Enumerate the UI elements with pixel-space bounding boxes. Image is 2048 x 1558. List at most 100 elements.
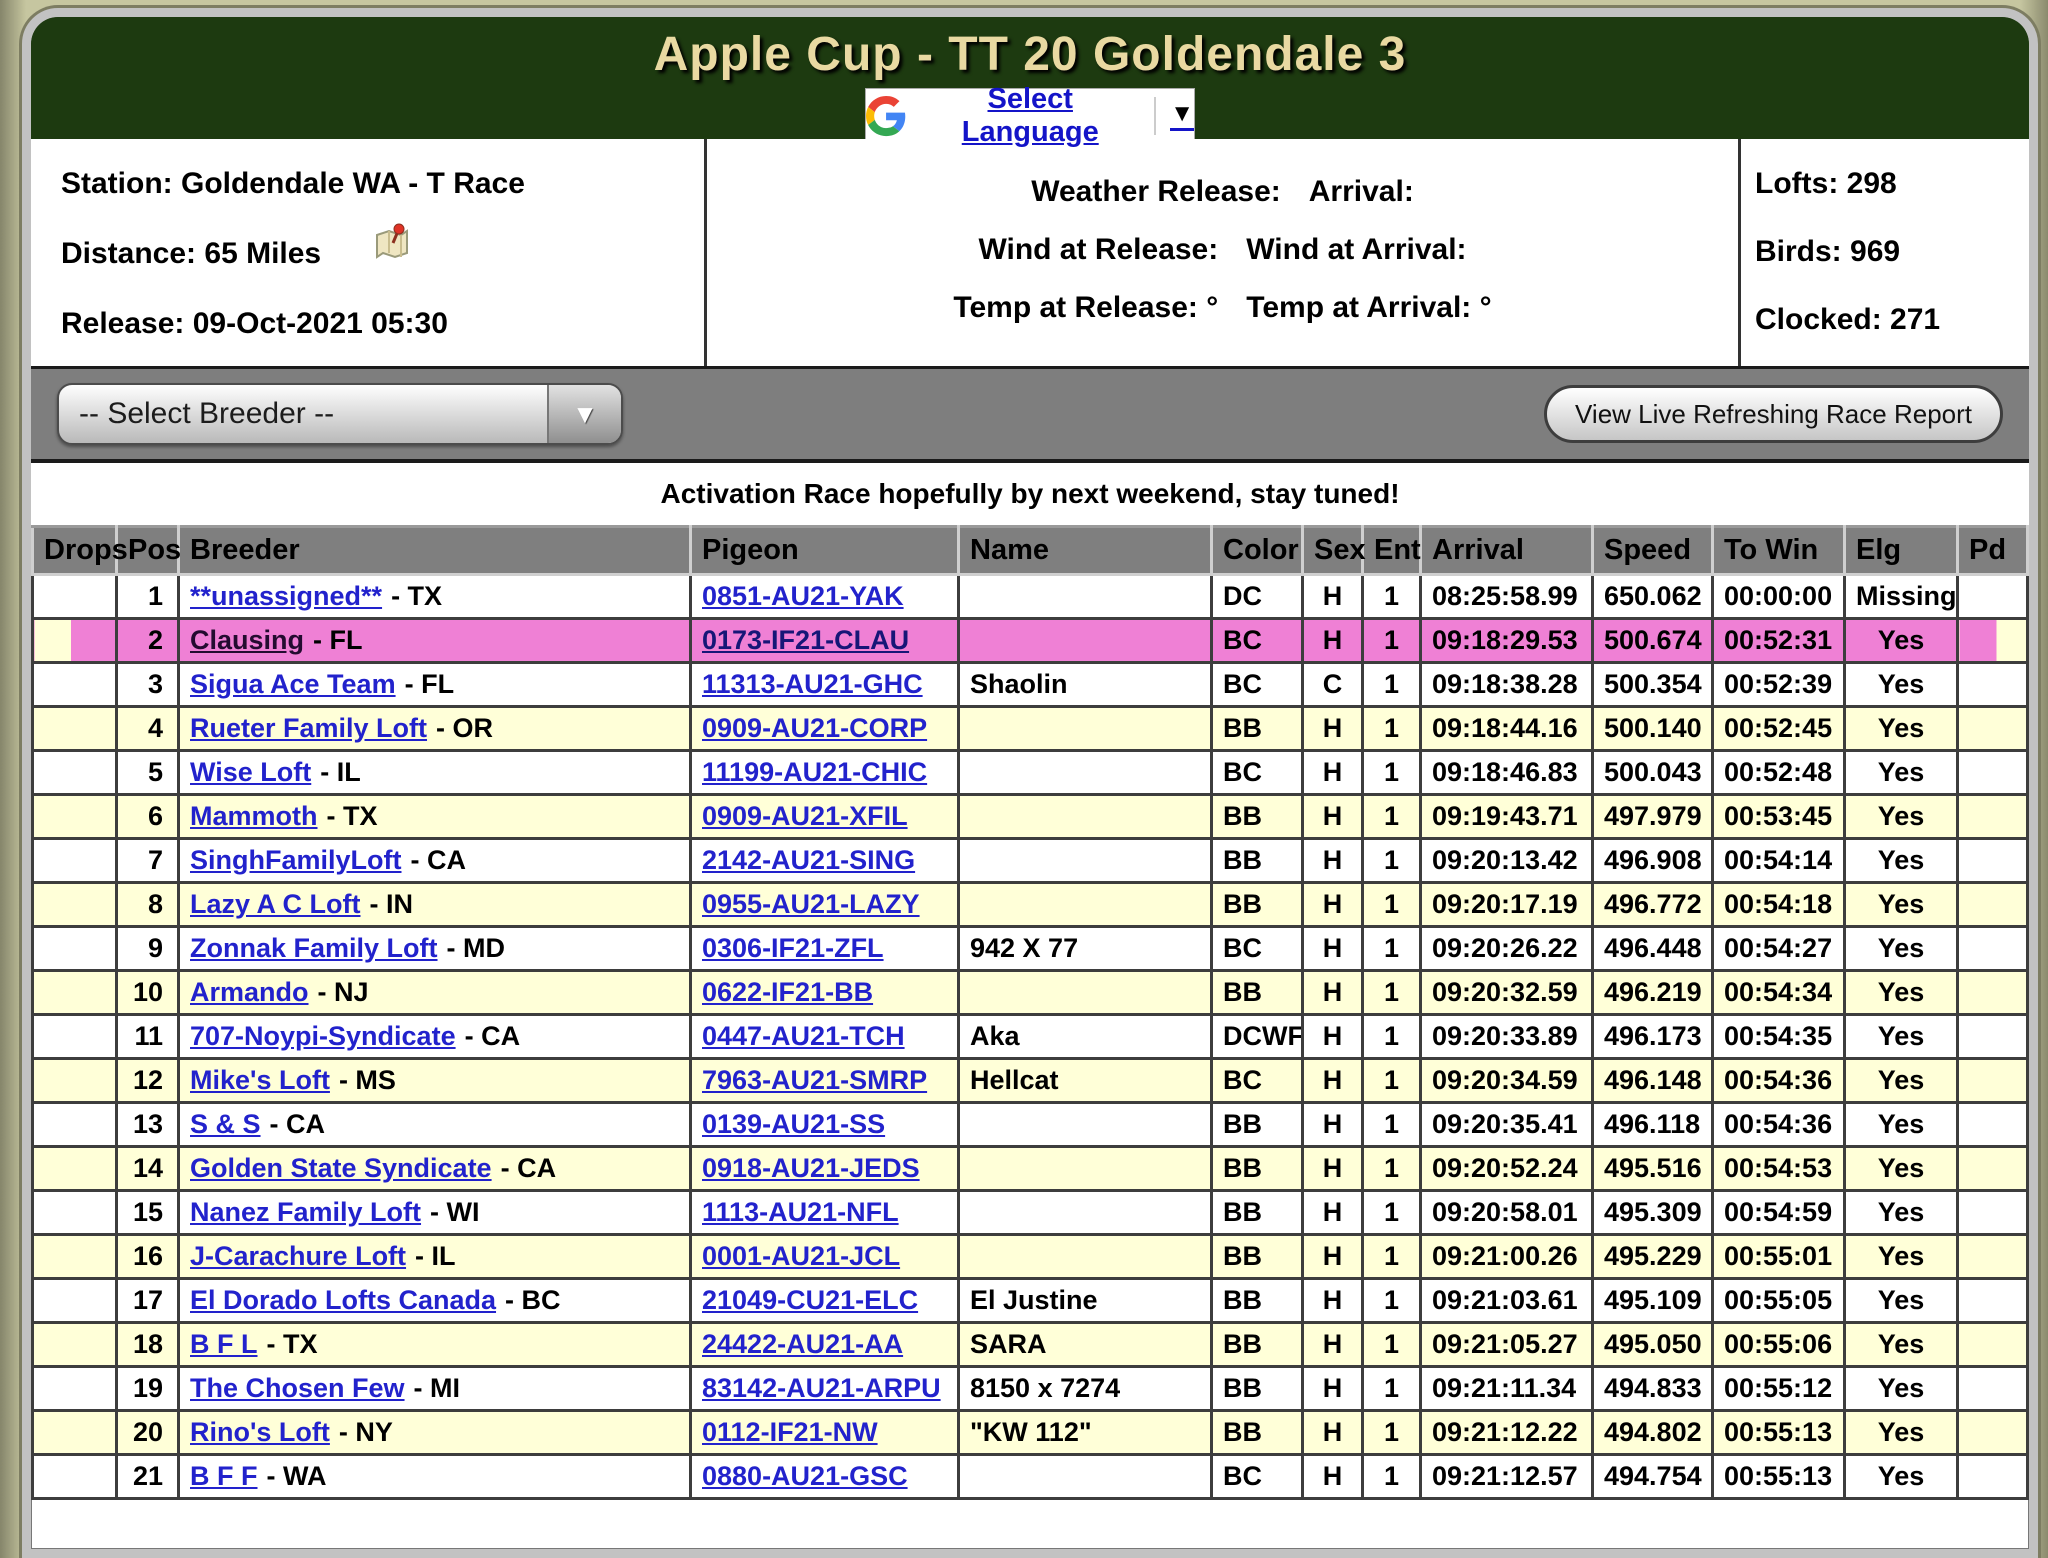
- breeder-link[interactable]: S & S: [190, 1109, 261, 1139]
- pigeon-cell: 24422-AU21-AA: [691, 1323, 959, 1367]
- breeder-link[interactable]: Zonnak Family Loft: [190, 933, 438, 963]
- elg-cell: Yes: [1845, 795, 1958, 839]
- select-dropdown-arrow-icon[interactable]: ▼: [547, 385, 621, 443]
- pos-cell: 14: [117, 1147, 179, 1191]
- pigeon-link[interactable]: 0139-AU21-SS: [702, 1109, 885, 1139]
- to-win-cell: 00:55:06: [1713, 1323, 1845, 1367]
- release-line: Release: 09-Oct-2021 05:30: [61, 307, 704, 341]
- breeder-link[interactable]: B F L: [190, 1329, 258, 1359]
- to-win-cell: 00:52:45: [1713, 707, 1845, 751]
- announcement-text: Activation Race hopefully by next weeken…: [660, 478, 1399, 510]
- ent-cell: 1: [1363, 1279, 1421, 1323]
- table-row: 1 **unassigned**- TX 0851-AU21-YAK DC H …: [33, 575, 2028, 619]
- drops-cell: [33, 1147, 117, 1191]
- breeder-link[interactable]: Armando: [190, 977, 309, 1007]
- pigeon-link[interactable]: 21049-CU21-ELC: [702, 1285, 918, 1315]
- to-win-cell: 00:54:18: [1713, 883, 1845, 927]
- breeder-link[interactable]: Clausing: [190, 625, 304, 655]
- ent-cell: 1: [1363, 663, 1421, 707]
- breeder-link[interactable]: The Chosen Few: [190, 1373, 405, 1403]
- breeder-link[interactable]: Lazy A C Loft: [190, 889, 361, 919]
- to-win-cell: 00:55:13: [1713, 1411, 1845, 1455]
- breeder-state: - TX: [327, 801, 378, 831]
- pigeon-link[interactable]: 0306-IF21-ZFL: [702, 933, 884, 963]
- breeder-cell: The Chosen Few- MI: [179, 1367, 691, 1411]
- pigeon-link[interactable]: 1113-AU21-NFL: [702, 1197, 899, 1227]
- live-report-button[interactable]: View Live Refreshing Race Report: [1544, 385, 2003, 443]
- breeder-cell: J-Carachure Loft- IL: [179, 1235, 691, 1279]
- pigeon-link[interactable]: 2142-AU21-SING: [702, 845, 915, 875]
- breeder-state: - WI: [430, 1197, 479, 1227]
- breeder-link[interactable]: Golden State Syndicate: [190, 1153, 492, 1183]
- sex-cell: H: [1303, 1059, 1363, 1103]
- drops-cell: [33, 663, 117, 707]
- breeder-link[interactable]: Nanez Family Loft: [190, 1197, 421, 1227]
- breeder-link[interactable]: Sigua Ace Team: [190, 669, 396, 699]
- language-selector[interactable]: Select Language ▼: [865, 88, 1195, 144]
- pos-cell: 20: [117, 1411, 179, 1455]
- breeder-link[interactable]: Rueter Family Loft: [190, 713, 427, 743]
- pigeon-link[interactable]: 11199-AU21-CHIC: [702, 757, 927, 787]
- drops-cell: [33, 1015, 117, 1059]
- pd-cell: [1958, 707, 2028, 751]
- elg-cell: Yes: [1845, 883, 1958, 927]
- to-win-cell: 00:54:14: [1713, 839, 1845, 883]
- color-cell: BB: [1212, 1279, 1303, 1323]
- breeder-cell: SinghFamilyLoft- CA: [179, 839, 691, 883]
- pd-cell: [1958, 751, 2028, 795]
- pigeon-link[interactable]: 0001-AU21-JCL: [702, 1241, 900, 1271]
- arrival-cell: 09:21:00.26: [1421, 1235, 1593, 1279]
- breeder-link[interactable]: Wise Loft: [190, 757, 311, 787]
- pigeon-link[interactable]: 0851-AU21-YAK: [702, 581, 904, 611]
- pigeon-link[interactable]: 0880-AU21-GSC: [702, 1461, 908, 1491]
- pigeon-link[interactable]: 0918-AU21-JEDS: [702, 1153, 920, 1183]
- breeder-link[interactable]: SinghFamilyLoft: [190, 845, 402, 875]
- breeder-select[interactable]: -- Select Breeder -- ▼: [57, 383, 623, 445]
- pigeon-link[interactable]: 0955-AU21-LAZY: [702, 889, 920, 919]
- breeder-link[interactable]: B F F: [190, 1461, 258, 1491]
- drops-cell: [33, 575, 117, 619]
- pigeon-link[interactable]: 0909-AU21-CORP: [702, 713, 927, 743]
- results-table-body: 1 **unassigned**- TX 0851-AU21-YAK DC H …: [33, 575, 2028, 1499]
- elg-cell: Yes: [1845, 971, 1958, 1015]
- google-logo-icon: [866, 95, 906, 137]
- column-header-color: Color: [1212, 527, 1303, 575]
- pigeon-link[interactable]: 0447-AU21-TCH: [702, 1021, 905, 1051]
- table-row: 11 707-Noypi-Syndicate- CA 0447-AU21-TCH…: [33, 1015, 2028, 1059]
- ent-cell: 1: [1363, 971, 1421, 1015]
- pigeon-link[interactable]: 0173-IF21-CLAU: [702, 625, 909, 655]
- pos-cell: 2: [117, 619, 179, 663]
- map-pin-icon[interactable]: [369, 221, 413, 273]
- to-win-cell: 00:00:00: [1713, 575, 1845, 619]
- arrival-cell: 09:21:12.57: [1421, 1455, 1593, 1499]
- color-cell: BB: [1212, 883, 1303, 927]
- name-cell: "KW 112": [959, 1411, 1212, 1455]
- drops-cell: [33, 1323, 117, 1367]
- to-win-cell: 00:52:39: [1713, 663, 1845, 707]
- to-win-cell: 00:52:48: [1713, 751, 1845, 795]
- pigeon-link[interactable]: 83142-AU21-ARPU: [702, 1373, 941, 1403]
- pigeon-link[interactable]: 11313-AU21-GHC: [702, 669, 923, 699]
- pigeon-link[interactable]: 7963-AU21-SMRP: [702, 1065, 927, 1095]
- breeder-link[interactable]: 707-Noypi-Syndicate: [190, 1021, 456, 1051]
- breeder-link[interactable]: Mammoth: [190, 801, 318, 831]
- arrival-cell: 09:20:58.01: [1421, 1191, 1593, 1235]
- color-cell: BB: [1212, 971, 1303, 1015]
- breeder-link[interactable]: El Dorado Lofts Canada: [190, 1285, 496, 1315]
- pigeon-link[interactable]: 0909-AU21-XFIL: [702, 801, 908, 831]
- arrival-cell: 09:20:17.19: [1421, 883, 1593, 927]
- breeder-link[interactable]: Mike's Loft: [190, 1065, 330, 1095]
- breeder-link[interactable]: **unassigned**: [190, 581, 382, 611]
- breeder-link[interactable]: Rino's Loft: [190, 1417, 330, 1447]
- sex-cell: H: [1303, 1279, 1363, 1323]
- drops-cell: [33, 1411, 117, 1455]
- breeder-state: - TX: [391, 581, 442, 611]
- pigeon-link[interactable]: 24422-AU21-AA: [702, 1329, 903, 1359]
- pd-cell: [1958, 1411, 2028, 1455]
- table-row: 19 The Chosen Few- MI 83142-AU21-ARPU 81…: [33, 1367, 2028, 1411]
- breeder-cell: B F L- TX: [179, 1323, 691, 1367]
- pigeon-link[interactable]: 0112-IF21-NW: [702, 1417, 878, 1447]
- pigeon-link[interactable]: 0622-IF21-BB: [702, 977, 873, 1007]
- language-dropdown-arrow-icon[interactable]: ▼: [1170, 102, 1194, 131]
- breeder-link[interactable]: J-Carachure Loft: [190, 1241, 406, 1271]
